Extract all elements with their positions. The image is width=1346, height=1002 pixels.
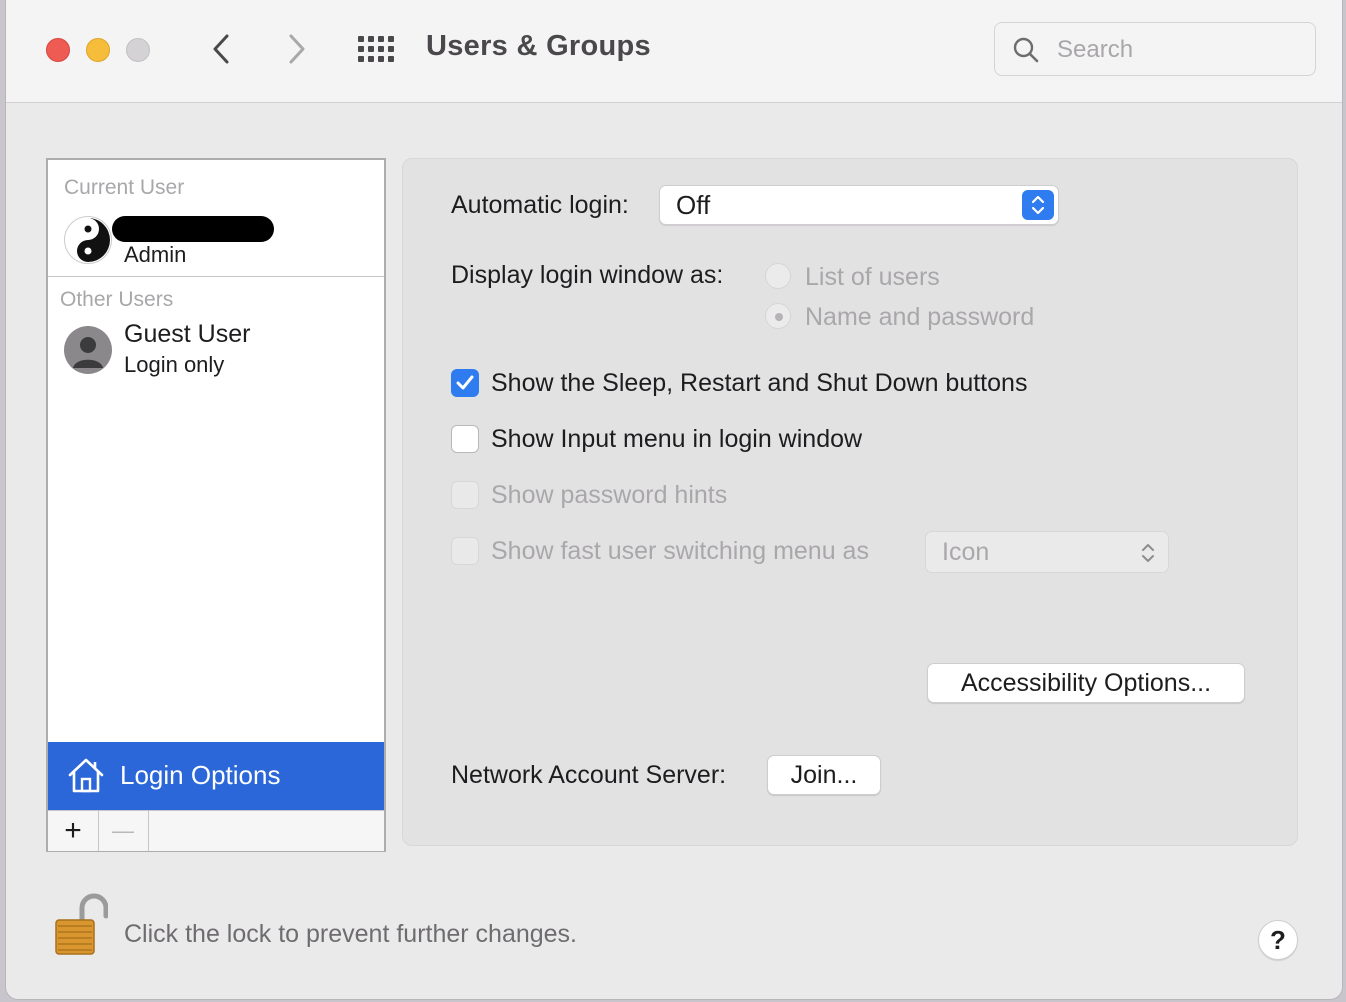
automatic-login-value: Off [676,190,711,220]
users-list-panel: Current User Admin Other Users Guest Use… [46,158,386,852]
section-divider [48,276,384,277]
fast-user-switching-popup[interactable]: Icon [925,531,1169,573]
guest-user-role: Login only [124,352,225,377]
name-and-password-radio[interactable] [765,303,791,329]
add-user-button[interactable]: + [48,811,99,851]
back-button[interactable] [206,30,236,68]
automatic-login-label: Automatic login: [451,191,629,219]
current-user-role: Admin [124,242,187,267]
zoom-button[interactable] [126,38,150,62]
show-password-hints-label: Show password hints [491,481,728,509]
current-user-section-label: Current User [64,176,185,199]
show-input-menu-checkbox[interactable] [451,425,479,453]
guest-user-name: Guest User [124,320,251,348]
login-options-label: Login Options [120,760,281,790]
guest-user-row[interactable]: Guest User Login only [48,320,384,384]
checkmark-icon [456,375,474,390]
forward-button[interactable] [282,30,312,68]
list-of-users-radio[interactable] [765,263,791,289]
lock-status-text: Click the lock to prevent further change… [124,920,578,948]
show-password-hints-checkbox[interactable] [451,481,479,509]
other-users-section-label: Other Users [60,288,174,311]
login-options-item[interactable]: Login Options [48,742,384,810]
chevron-left-icon [213,34,229,64]
join-button[interactable]: Join... [767,755,881,795]
accessibility-options-button[interactable]: Accessibility Options... [927,663,1245,703]
automatic-login-popup[interactable]: Off [659,185,1059,225]
close-button[interactable] [46,38,70,62]
search-field[interactable] [994,22,1316,76]
fast-user-switching-checkbox[interactable] [451,537,479,565]
chevron-right-icon [289,34,305,64]
current-user-row[interactable]: Admin [48,208,384,276]
search-input[interactable] [1055,33,1299,67]
up-down-chevron-icon [1142,544,1154,562]
house-icon [68,758,104,793]
network-account-server-label: Network Account Server: [451,761,727,789]
popup-stepper-icon [1022,190,1054,220]
name-and-password-label: Name and password [805,303,1035,331]
show-input-menu-label: Show Input menu in login window [491,425,863,453]
show-sleep-restart-checkbox[interactable] [451,369,479,397]
window-title: Users & Groups [426,30,651,62]
yin-yang-icon [64,216,112,264]
redacted-username [112,216,274,242]
users-groups-window: Users & Groups Current User Admin Other … [6,0,1342,999]
show-sleep-restart-label: Show the Sleep, Restart and Shut Down bu… [491,369,1028,397]
search-icon [1013,37,1039,63]
show-all-grid-icon[interactable] [358,36,396,64]
login-options-pane: Automatic login: Off Display login windo… [402,158,1298,846]
unlocked-padlock-icon[interactable] [52,892,108,958]
person-icon [64,326,112,374]
display-login-label: Display login window as: [451,261,724,289]
list-toolbar: + — [48,810,384,851]
fast-user-switching-label: Show fast user switching menu as [491,537,869,565]
remove-user-button[interactable]: — [98,811,149,851]
fast-user-switching-value: Icon [942,538,990,566]
minimize-button[interactable] [86,38,110,62]
help-button[interactable]: ? [1258,920,1298,960]
title-bar: Users & Groups [6,0,1342,103]
list-of-users-label: List of users [805,263,940,291]
